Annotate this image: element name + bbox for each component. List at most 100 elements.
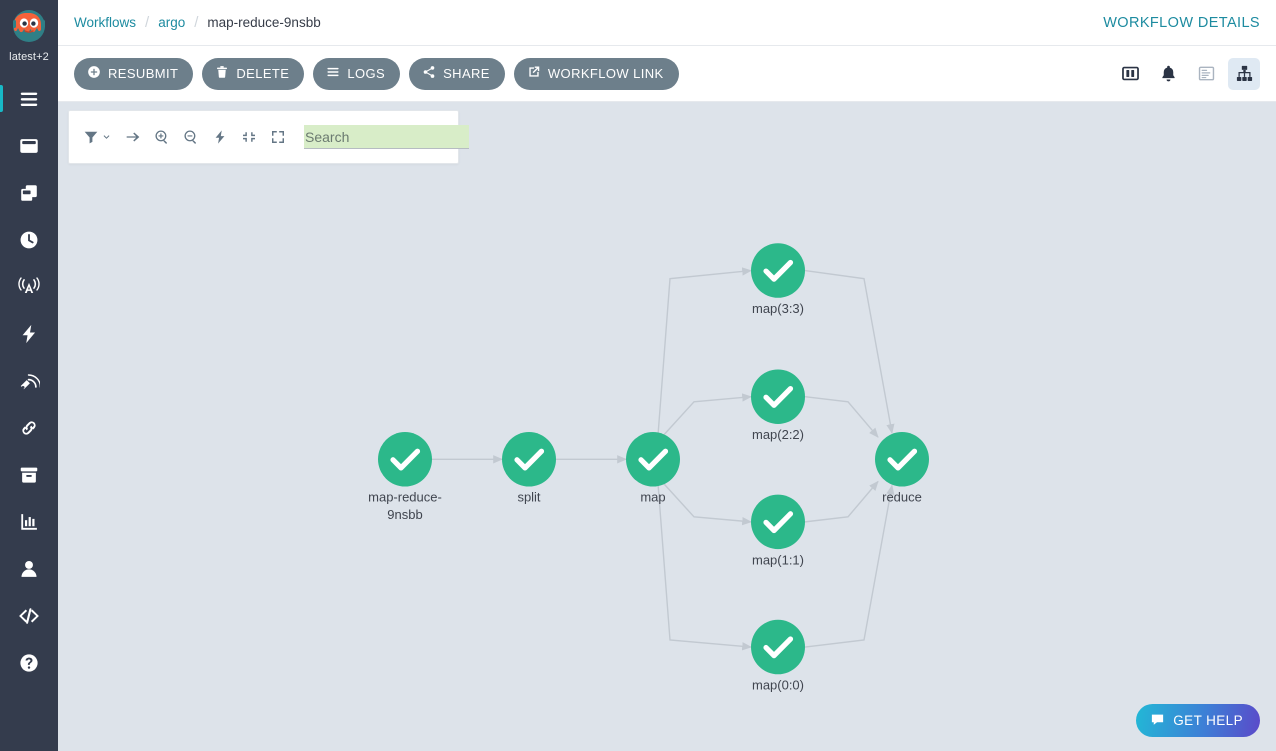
breadcrumb-current: map-reduce-9nsbb xyxy=(207,15,320,30)
breadcrumb-separator: / xyxy=(194,14,198,31)
zoom-in-icon xyxy=(154,129,170,145)
share-button[interactable]: SHARE xyxy=(409,58,505,90)
node-split[interactable]: split xyxy=(502,432,556,505)
node-label: map(3:3) xyxy=(752,301,804,316)
resubmit-button-label: RESUBMIT xyxy=(108,66,178,81)
sidebar-item-integrations[interactable] xyxy=(0,404,58,451)
external-link-icon xyxy=(527,65,541,82)
edge-map-map22 xyxy=(660,397,751,439)
edge-map-map00 xyxy=(658,484,751,648)
node-label: map(1:1) xyxy=(752,552,804,567)
fullscreen-button[interactable] xyxy=(270,129,286,145)
breadcrumb-namespace[interactable]: argo xyxy=(158,15,185,30)
page-title: WORKFLOW DETAILS xyxy=(1103,15,1260,31)
workflow-graph-canvas[interactable]: map-reduce- 9nsbb split map xyxy=(58,102,1276,751)
node-map-0-0[interactable]: map(0:0) xyxy=(751,620,805,693)
sidebar-item-event-flow[interactable] xyxy=(0,357,58,404)
node-map-2-2[interactable]: map(2:2) xyxy=(751,369,805,442)
workflow-graph-button[interactable] xyxy=(1228,58,1260,90)
arrow-right-icon xyxy=(125,129,141,145)
node-map[interactable]: map xyxy=(626,432,680,505)
breadcrumb-workflows[interactable]: Workflows xyxy=(74,15,136,30)
workflow-details-page: latest+2 xyxy=(0,0,1276,751)
filter-icon xyxy=(83,129,99,145)
topbar: Workflows / argo / map-reduce-9nsbb WORK… xyxy=(58,0,1276,46)
workflow-dag[interactable]: map-reduce- 9nsbb split map xyxy=(58,102,1276,751)
argo-octopus-logo xyxy=(7,6,51,50)
share-icon xyxy=(422,65,436,82)
search-input[interactable] xyxy=(304,125,469,149)
edge-map11-reduce xyxy=(805,482,878,522)
node-label: map-reduce- xyxy=(368,490,442,505)
breadcrumb-separator: / xyxy=(145,14,149,31)
action-buttons: RESUBMIT DELETE LOGS xyxy=(74,58,679,90)
node-label: split xyxy=(517,490,540,505)
graph-search xyxy=(304,125,469,149)
sidebar-nav xyxy=(0,75,58,686)
plus-circle-icon xyxy=(87,65,101,82)
delete-button-label: DELETE xyxy=(236,66,289,81)
main-area: Workflows / argo / map-reduce-9nsbb WORK… xyxy=(58,0,1276,751)
sidebar-item-event-sources[interactable] xyxy=(0,263,58,310)
edge-map00-reduce xyxy=(805,486,892,647)
zoom-in-button[interactable] xyxy=(154,129,170,145)
chat-bubble-icon xyxy=(1150,712,1165,730)
expand-icon xyxy=(270,129,286,145)
node-label: reduce xyxy=(882,490,922,505)
workflow-link-button-label: WORKFLOW LINK xyxy=(548,66,664,81)
sidebar-item-archived-workflows[interactable] xyxy=(0,451,58,498)
layout-direction-button[interactable] xyxy=(125,129,141,145)
zoom-out-icon xyxy=(183,129,199,145)
edge-map-map11 xyxy=(660,479,751,521)
node-map-reduce-9nsbb[interactable]: map-reduce- 9nsbb xyxy=(368,432,442,522)
compress-icon xyxy=(241,129,257,145)
logs-button[interactable]: LOGS xyxy=(313,58,400,90)
node-label: 9nsbb xyxy=(387,507,422,522)
delete-button[interactable]: DELETE xyxy=(202,58,304,90)
list-icon xyxy=(326,65,340,82)
resubmit-button[interactable]: RESUBMIT xyxy=(74,58,193,90)
toggle-sidepanel-button[interactable] xyxy=(1114,58,1146,90)
sidebar: latest+2 xyxy=(0,0,58,751)
workflow-link-button[interactable]: WORKFLOW LINK xyxy=(514,58,679,90)
node-filter-button[interactable] xyxy=(83,129,112,145)
edge-map22-reduce xyxy=(805,397,878,437)
sidebar-item-help[interactable] xyxy=(0,639,58,686)
notifications-button[interactable] xyxy=(1152,58,1184,90)
node-map-3-3[interactable]: map(3:3) xyxy=(751,243,805,316)
sidebar-item-user[interactable] xyxy=(0,545,58,592)
share-button-label: SHARE xyxy=(443,66,490,81)
sidebar-item-reports[interactable] xyxy=(0,498,58,545)
graph-nodes: map-reduce- 9nsbb split map xyxy=(368,243,929,692)
trash-icon xyxy=(215,65,229,82)
node-map-1-1[interactable]: map(1:1) xyxy=(751,495,805,568)
get-help-label: GET HELP xyxy=(1173,713,1243,728)
view-icon-group xyxy=(1114,58,1260,90)
sidebar-item-sensors[interactable] xyxy=(0,310,58,357)
reset-zoom-button[interactable] xyxy=(241,129,257,145)
chevron-down-icon xyxy=(101,132,112,143)
graph-toolbar-icons xyxy=(83,129,286,145)
sidebar-item-menu[interactable] xyxy=(0,75,58,122)
breadcrumb: Workflows / argo / map-reduce-9nsbb xyxy=(74,14,321,31)
sidebar-item-api-docs[interactable] xyxy=(0,592,58,639)
logs-button-label: LOGS xyxy=(347,66,385,81)
workflow-summary-button[interactable] xyxy=(1190,58,1222,90)
node-label: map xyxy=(640,490,665,505)
node-label: map(0:0) xyxy=(752,677,804,692)
sidebar-logo[interactable]: latest+2 xyxy=(0,0,58,63)
action-bar: RESUBMIT DELETE LOGS xyxy=(58,46,1276,102)
node-reduce[interactable]: reduce xyxy=(875,432,929,505)
sidebar-item-workflows[interactable] xyxy=(0,122,58,169)
get-help-button[interactable]: GET HELP xyxy=(1136,704,1260,737)
sidebar-version-label: latest+2 xyxy=(9,51,49,63)
sidebar-item-cron-workflows[interactable] xyxy=(0,216,58,263)
edge-map33-reduce xyxy=(805,271,892,434)
fast-render-button[interactable] xyxy=(212,129,228,145)
bolt-icon xyxy=(212,129,228,145)
sidebar-item-workflow-templates[interactable] xyxy=(0,169,58,216)
zoom-out-button[interactable] xyxy=(183,129,199,145)
edge-map-map33 xyxy=(658,271,751,436)
graph-toolbar xyxy=(68,110,459,164)
node-label: map(2:2) xyxy=(752,427,804,442)
